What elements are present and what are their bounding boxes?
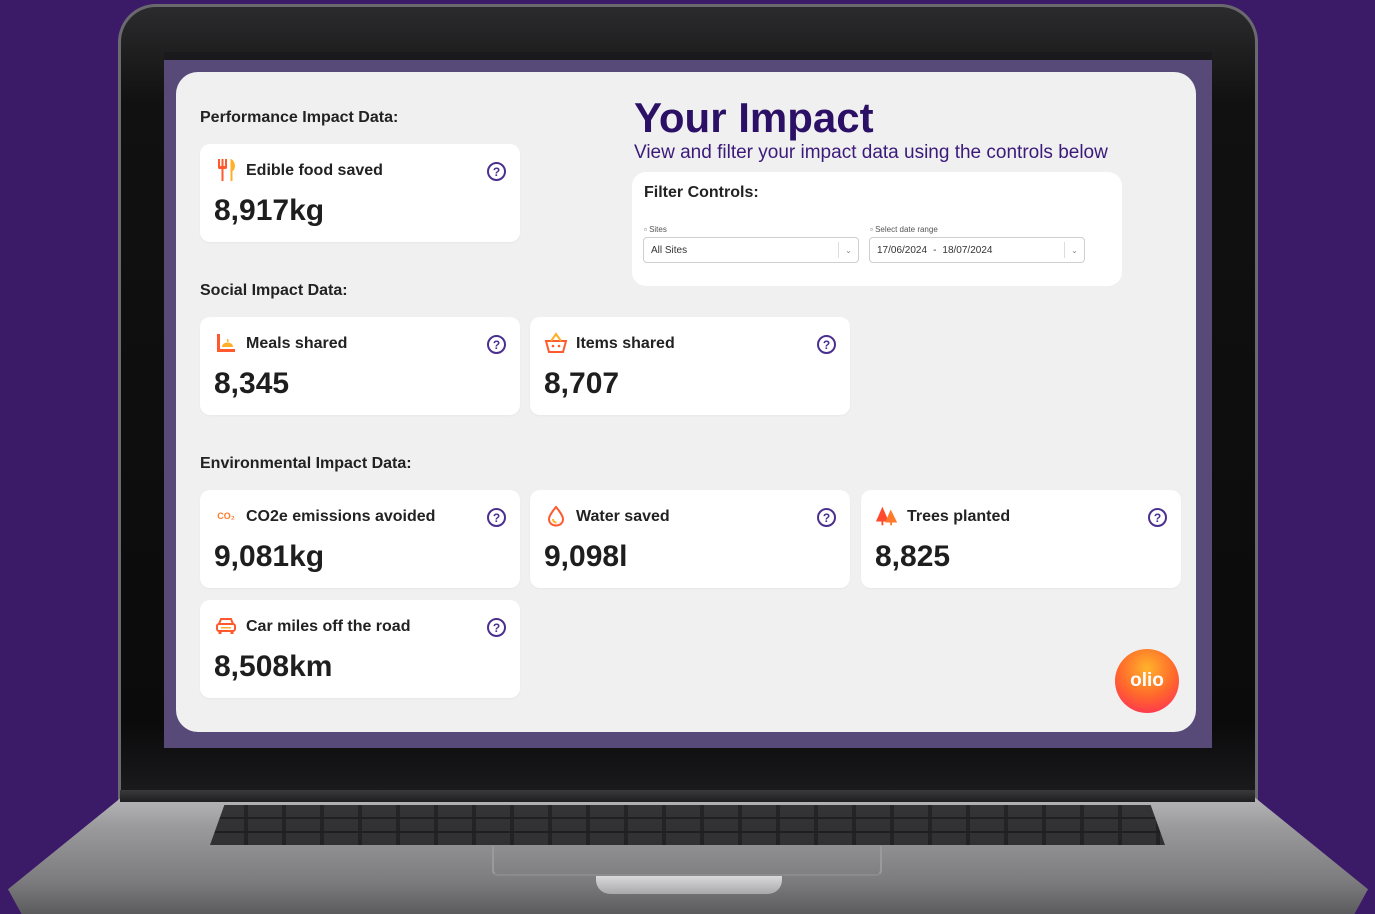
filter-controls: Filter Controls: ▫ Sites All Sites ⌄ ▫ S… [632,172,1122,286]
environmental-heading: Environmental Impact Data: [200,455,412,472]
filter-controls-title: Filter Controls: [644,184,759,201]
laptop-notch [596,876,782,894]
help-icon[interactable]: ? [487,335,506,354]
trees-icon [875,504,899,528]
sites-select-value: All Sites [651,244,688,256]
sites-select[interactable]: All Sites ⌄ [643,237,859,263]
meal-icon [214,331,238,355]
card-value: 9,098l [544,540,628,573]
date-range-separator: - [933,244,937,256]
page-title: Your Impact [634,94,874,141]
screen-top-bezel [164,52,1212,60]
help-icon[interactable]: ? [487,508,506,527]
chevron-down-icon: ⌄ [838,242,858,258]
help-icon[interactable]: ? [1148,508,1167,527]
card-meals-shared: Meals shared ? 8,345 [200,317,520,415]
card-trees-planted: Trees planted ? 8,825 [861,490,1181,588]
card-value: 8,508km [214,650,333,683]
card-edible-food-saved: Edible food saved ? 8,917kg [200,144,520,242]
help-icon[interactable]: ? [487,162,506,181]
car-icon [214,614,238,638]
laptop-trackpad [492,846,882,876]
date-range-start: 17/06/2024 [877,244,928,256]
card-title: Trees planted [907,508,1011,525]
laptop-keyboard [210,805,1165,845]
basket-icon [544,331,568,355]
water-drop-icon [544,504,568,528]
card-car-miles-off-the-road: Car miles off the road ? 8,508km [200,600,520,698]
chevron-down-icon: ⌄ [1064,242,1084,258]
card-value: 8,917kg [214,194,325,227]
card-value: 9,081kg [214,540,325,573]
laptop-hinge [120,790,1255,802]
help-icon[interactable]: ? [487,618,506,637]
card-co2e-emissions-avoided: CO₂ CO2e emissions avoided ? 9,081kg [200,490,520,588]
help-icon[interactable]: ? [817,335,836,354]
card-value: 8,345 [214,367,290,400]
page-subtitle: View and filter your impact data using t… [634,142,1108,163]
performance-heading: Performance Impact Data: [200,109,399,126]
card-water-saved: Water saved ? 9,098l [530,490,850,588]
card-title: Items shared [576,335,675,352]
card-title: Edible food saved [246,162,383,179]
cutlery-icon [214,158,238,182]
co2-icon: CO₂ [217,511,235,521]
date-range-picker[interactable]: 17/06/2024 - 18/07/2024 ⌄ [869,237,1085,263]
card-title: Water saved [576,508,670,525]
card-items-shared: Items shared ? 8,707 [530,317,850,415]
help-icon[interactable]: ? [817,508,836,527]
olio-logo[interactable]: olio [1115,649,1179,713]
card-title: Meals shared [246,335,348,352]
card-value: 8,825 [875,540,951,573]
date-range-label: ▫ Select date range [870,225,938,234]
card-title: Car miles off the road [246,618,411,635]
date-range-end: 18/07/2024 [942,244,993,256]
social-heading: Social Impact Data: [200,282,348,299]
card-value: 8,707 [544,367,620,400]
sites-label: ▫ Sites [644,225,667,234]
card-title: CO2e emissions avoided [246,508,436,525]
